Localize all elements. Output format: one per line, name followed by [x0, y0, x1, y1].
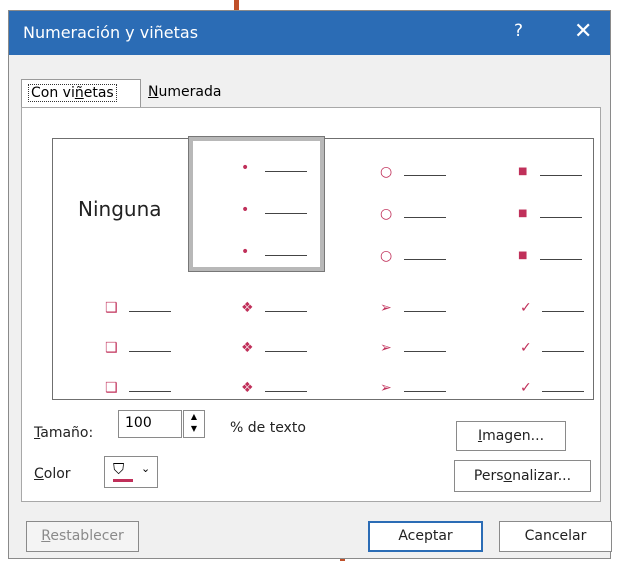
bullet-row: •: [193, 244, 313, 261]
bullet-line: [265, 255, 307, 256]
bullet-row: ■: [458, 166, 588, 181]
bullet-line: [540, 217, 582, 218]
bullet-row: ❖: [189, 300, 319, 317]
title-bar: Numeración y viñetas ? ✕: [9, 11, 610, 55]
bullet-row: ■: [458, 250, 588, 265]
bullet-line: [404, 351, 446, 352]
bullet-option-none[interactable]: Ninguna: [53, 139, 188, 271]
bullet-row: ✓: [458, 380, 588, 397]
color-picker-button[interactable]: ⛉ ⌄: [104, 456, 158, 488]
bullet-row: ○: [328, 248, 458, 265]
bullet-square-icon: ■: [518, 250, 528, 261]
bullet-option-diamond[interactable]: ❖ ❖ ❖: [189, 273, 324, 399]
close-button[interactable]: ✕: [574, 19, 592, 44]
bullet-square-icon: ■: [518, 208, 528, 219]
size-label: Tamaño:: [34, 425, 94, 441]
bullet-line: [265, 171, 307, 172]
bullet-line: [540, 259, 582, 260]
bullet-circle-icon: ○: [380, 206, 393, 222]
bullet-line: [265, 311, 307, 312]
bullet-dot-icon: •: [241, 244, 250, 260]
bullet-arrow-icon: ➢: [380, 380, 392, 396]
bullet-dot-icon: •: [241, 160, 250, 176]
paint-bucket-icon: ⛉: [113, 460, 125, 478]
bullet-check-icon: ✓: [520, 300, 532, 316]
bullet-option-check[interactable]: ✓ ✓ ✓: [458, 273, 593, 399]
help-button[interactable]: ?: [514, 21, 523, 41]
chevron-down-icon: ⌄: [141, 462, 151, 475]
bullet-row: ❖: [189, 340, 319, 357]
bullet-diamond-icon: ❖: [241, 340, 254, 356]
tab-numbered[interactable]: Numerada: [142, 79, 242, 107]
bullet-row: •: [193, 202, 313, 219]
cancel-button[interactable]: Cancelar: [499, 521, 612, 552]
bullet-line: [404, 217, 446, 218]
bullet-line: [265, 351, 307, 352]
bullet-option-hollow-square[interactable]: ❑ ❑ ❑: [53, 273, 188, 399]
bullet-row: ❖: [189, 380, 319, 397]
bullet-line: [265, 213, 307, 214]
bullet-hollow-square-icon: ❑: [105, 380, 118, 396]
bullet-row: ○: [328, 164, 458, 181]
bullet-row: ➢: [328, 380, 458, 397]
bullet-line: [542, 391, 584, 392]
bullet-row: ✓: [458, 340, 588, 357]
bullet-dot-icon: •: [241, 202, 250, 218]
bullet-line: [129, 311, 171, 312]
tab-numbered-label: Numerada: [148, 84, 222, 100]
reset-button[interactable]: Restablecer: [26, 521, 139, 552]
bullet-line: [404, 391, 446, 392]
bullet-hollow-square-icon: ❑: [105, 300, 118, 316]
bullet-circle-icon: ○: [380, 248, 393, 264]
bullet-arrow-icon: ➢: [380, 340, 392, 356]
size-input[interactable]: 100: [118, 410, 182, 438]
bullet-option-dot[interactable]: • • •: [188, 136, 325, 272]
bullet-line: [129, 351, 171, 352]
bullet-diamond-icon: ❖: [241, 300, 254, 316]
tab-bullets[interactable]: Con viñetas: [21, 79, 141, 107]
bullet-row: ❑: [53, 380, 183, 397]
size-suffix: % de texto: [230, 420, 306, 436]
bullet-hollow-square-icon: ❑: [105, 340, 118, 356]
bullet-arrow-icon: ➢: [380, 300, 392, 316]
bullet-line: [404, 259, 446, 260]
bullet-circle-icon: ○: [380, 164, 393, 180]
none-label: Ninguna: [78, 197, 162, 221]
bullet-diamond-icon: ❖: [241, 380, 254, 396]
bullet-row: •: [193, 160, 313, 177]
color-swatch: [113, 479, 133, 482]
bullet-row: ➢: [328, 340, 458, 357]
ok-button[interactable]: Aceptar: [368, 521, 483, 552]
bullet-line: [129, 391, 171, 392]
bullet-line: [542, 311, 584, 312]
bullet-option-circle[interactable]: ○ ○ ○: [328, 139, 463, 271]
stepper-up-icon[interactable]: ▲: [184, 411, 204, 423]
bullet-row: ❑: [53, 340, 183, 357]
size-value: 100: [125, 415, 152, 431]
bullet-row: ❑: [53, 300, 183, 317]
bullet-check-icon: ✓: [520, 340, 532, 356]
bullet-check-icon: ✓: [520, 380, 532, 396]
bullet-line: [265, 391, 307, 392]
color-label: Color: [34, 466, 71, 482]
customize-button[interactable]: Personalizar...: [454, 460, 591, 492]
bullet-line: [404, 175, 446, 176]
bullet-option-arrow[interactable]: ➢ ➢ ➢: [328, 273, 463, 399]
dialog-title: Numeración y viñetas: [23, 23, 199, 42]
bullet-row: ✓: [458, 300, 588, 317]
bullet-line: [542, 351, 584, 352]
image-button[interactable]: Imagen...: [456, 421, 566, 451]
bullet-option-square[interactable]: ■ ■ ■: [458, 139, 593, 271]
bullet-line: [540, 175, 582, 176]
stepper-down-icon[interactable]: ▼: [184, 423, 204, 435]
bullet-row: ➢: [328, 300, 458, 317]
bullet-row: ○: [328, 206, 458, 223]
tab-bullets-label: Con viñetas: [28, 84, 117, 102]
size-stepper[interactable]: ▲ ▼: [183, 410, 205, 438]
bullet-line: [404, 311, 446, 312]
bullet-row: ■: [458, 208, 588, 223]
bullet-gallery: Ninguna • • • ○ ○ ○ ■ ■ ■ ❑ ❑ ❑ ❖ ❖ ❖ ➢ …: [52, 136, 594, 400]
bullet-square-icon: ■: [518, 166, 528, 177]
